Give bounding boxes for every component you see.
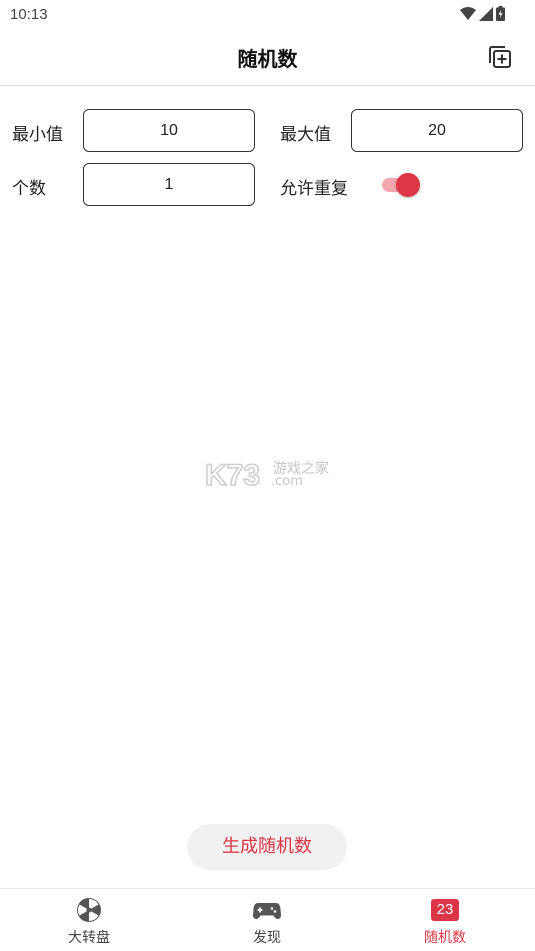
add-copy-icon xyxy=(489,46,511,68)
status-bar: 10:13 xyxy=(0,0,535,30)
gamepad-icon xyxy=(253,903,281,919)
toggle-thumb xyxy=(396,173,420,197)
max-value-input[interactable] xyxy=(351,109,523,152)
min-label: 最小值 xyxy=(12,125,63,145)
page-title: 随机数 xyxy=(237,47,298,71)
max-label: 最大值 xyxy=(280,125,331,145)
nav-item-wheel[interactable]: 大转盘 xyxy=(0,889,178,951)
count-label: 个数 xyxy=(12,179,46,199)
count-input[interactable] xyxy=(83,163,255,206)
battery-icon xyxy=(496,6,505,21)
allow-repeat-label: 允许重复 xyxy=(280,179,348,199)
nav-label-random-number: 随机数 xyxy=(424,930,466,946)
allow-repeat-toggle[interactable] xyxy=(382,172,422,198)
generate-random-button[interactable]: 生成随机数 xyxy=(187,824,347,870)
k73-logo-icon: K73 xyxy=(205,458,261,492)
options-row: 个数 允许重复 xyxy=(0,163,535,207)
signal-icon xyxy=(479,6,493,21)
watermark-domain: .com xyxy=(271,474,303,489)
range-row: 最小值 最大值 xyxy=(0,109,535,153)
nav-item-discover[interactable]: 发现 xyxy=(178,889,356,951)
bottom-nav: 大转盘 发现 23 随机数 xyxy=(0,888,535,951)
svg-text:K73: K73 xyxy=(205,459,260,492)
nav-item-random-number[interactable]: 23 随机数 xyxy=(356,889,534,951)
status-time: 10:13 xyxy=(10,6,48,23)
nav-label-wheel: 大转盘 xyxy=(68,930,110,946)
wifi-icon xyxy=(460,6,476,20)
watermark-logo: K73 游戏之家 .com xyxy=(205,458,335,492)
wheel-icon xyxy=(77,898,101,922)
min-value-input[interactable] xyxy=(83,109,255,152)
status-icons xyxy=(460,6,505,21)
nav-label-discover: 发现 xyxy=(253,930,281,946)
add-copy-button[interactable] xyxy=(487,44,513,70)
app-bar: 随机数 xyxy=(0,30,535,86)
number-badge-icon: 23 xyxy=(431,899,459,921)
